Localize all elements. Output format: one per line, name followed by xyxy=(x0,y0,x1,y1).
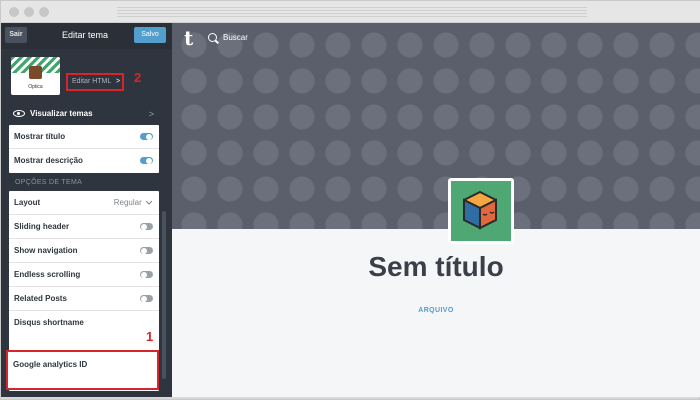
option-label: Related Posts xyxy=(14,294,67,303)
theme-logo-icon xyxy=(29,66,42,79)
select-value-text: Regular xyxy=(113,198,142,207)
blog-title: Sem título xyxy=(368,251,504,282)
option-row-show-navigation[interactable]: Show navigation xyxy=(9,239,159,263)
toggle-switch[interactable] xyxy=(140,247,153,254)
option-label: Endless scrolling xyxy=(14,270,81,279)
chevron-down-icon xyxy=(145,200,153,205)
option-row-related-posts[interactable]: Related Posts xyxy=(9,287,159,311)
toggle-switch[interactable] xyxy=(140,295,153,302)
editor-header: Sair Editar tema Salvo xyxy=(1,23,172,49)
toggle-switch[interactable] xyxy=(140,157,153,164)
toggle-switch[interactable] xyxy=(140,133,153,140)
preview-themes-link[interactable]: Visualizar temas > xyxy=(1,107,172,125)
address-bar[interactable] xyxy=(117,7,587,18)
save-button[interactable]: Salvo xyxy=(134,27,166,43)
layout-select[interactable]: Layout Regular xyxy=(9,191,159,215)
option-label: Sliding header xyxy=(14,222,70,231)
toggle-switch[interactable] xyxy=(140,223,153,230)
layout-select-value: Regular xyxy=(113,198,153,207)
preview-themes-label: Visualizar temas xyxy=(30,109,93,118)
option-label: Mostrar descrição xyxy=(14,156,83,165)
option-label: Show navigation xyxy=(14,246,78,255)
blog-preview: t Buscar Sem título ARQUIVO xyxy=(172,23,700,397)
option-row-sliding-header[interactable]: Sliding header xyxy=(9,215,159,239)
theme-name: Optica xyxy=(28,84,43,90)
option-row-show-description[interactable]: Mostrar descrição xyxy=(9,149,159,173)
toggle-switch[interactable] xyxy=(140,271,153,278)
header-banner: t Buscar xyxy=(172,23,700,229)
exit-button[interactable]: Sair xyxy=(5,27,27,43)
cube-icon xyxy=(463,190,497,230)
window-close-button[interactable] xyxy=(9,7,19,17)
theme-thumbnail[interactable]: Optica xyxy=(11,57,60,95)
sidebar-scrollbar[interactable] xyxy=(162,211,166,379)
theme-editor-sidebar: Sair Editar tema Salvo Optica Editar HTM… xyxy=(1,23,172,397)
option-label: Layout xyxy=(14,198,41,207)
editor-title: Editar tema xyxy=(61,30,109,40)
option-label: Google analytics ID xyxy=(13,360,88,369)
chevron-right-icon: > xyxy=(148,109,154,119)
option-label: Disqus shortname xyxy=(14,318,84,327)
edit-html-label: Editar HTML xyxy=(72,78,112,85)
tumblr-icon[interactable]: t xyxy=(184,26,193,50)
option-row-endless-scrolling[interactable]: Endless scrolling xyxy=(9,263,159,287)
search-icon[interactable] xyxy=(208,33,217,42)
avatar-background xyxy=(451,181,511,241)
eye-icon xyxy=(13,110,25,117)
window-maximize-button[interactable] xyxy=(39,7,49,17)
google-analytics-id-field[interactable]: Google analytics ID xyxy=(6,350,159,390)
search-label[interactable]: Buscar xyxy=(223,33,248,42)
archive-link[interactable]: ARQUIVO xyxy=(172,307,700,314)
browser-titlebar xyxy=(1,1,700,23)
theme-options-heading: OPÇÕES DE TEMA xyxy=(15,179,83,186)
option-row-show-title[interactable]: Mostrar título xyxy=(9,125,159,149)
annotation-number-1: 1 xyxy=(146,329,154,344)
display-options-panel: Mostrar título Mostrar descrição xyxy=(9,125,159,173)
chevron-right-icon: > xyxy=(115,78,121,85)
avatar xyxy=(448,178,514,244)
window-minimize-button[interactable] xyxy=(24,7,34,17)
browser-window: Sair Editar tema Salvo Optica Editar HTM… xyxy=(0,0,700,400)
theme-area: Optica Editar HTML > 2 xyxy=(1,49,172,107)
option-label: Mostrar título xyxy=(14,132,66,141)
disqus-shortname-field[interactable]: Disqus shortname xyxy=(9,311,159,351)
edit-html-button[interactable]: Editar HTML > xyxy=(66,73,124,91)
annotation-number-2: 2 xyxy=(134,70,142,85)
